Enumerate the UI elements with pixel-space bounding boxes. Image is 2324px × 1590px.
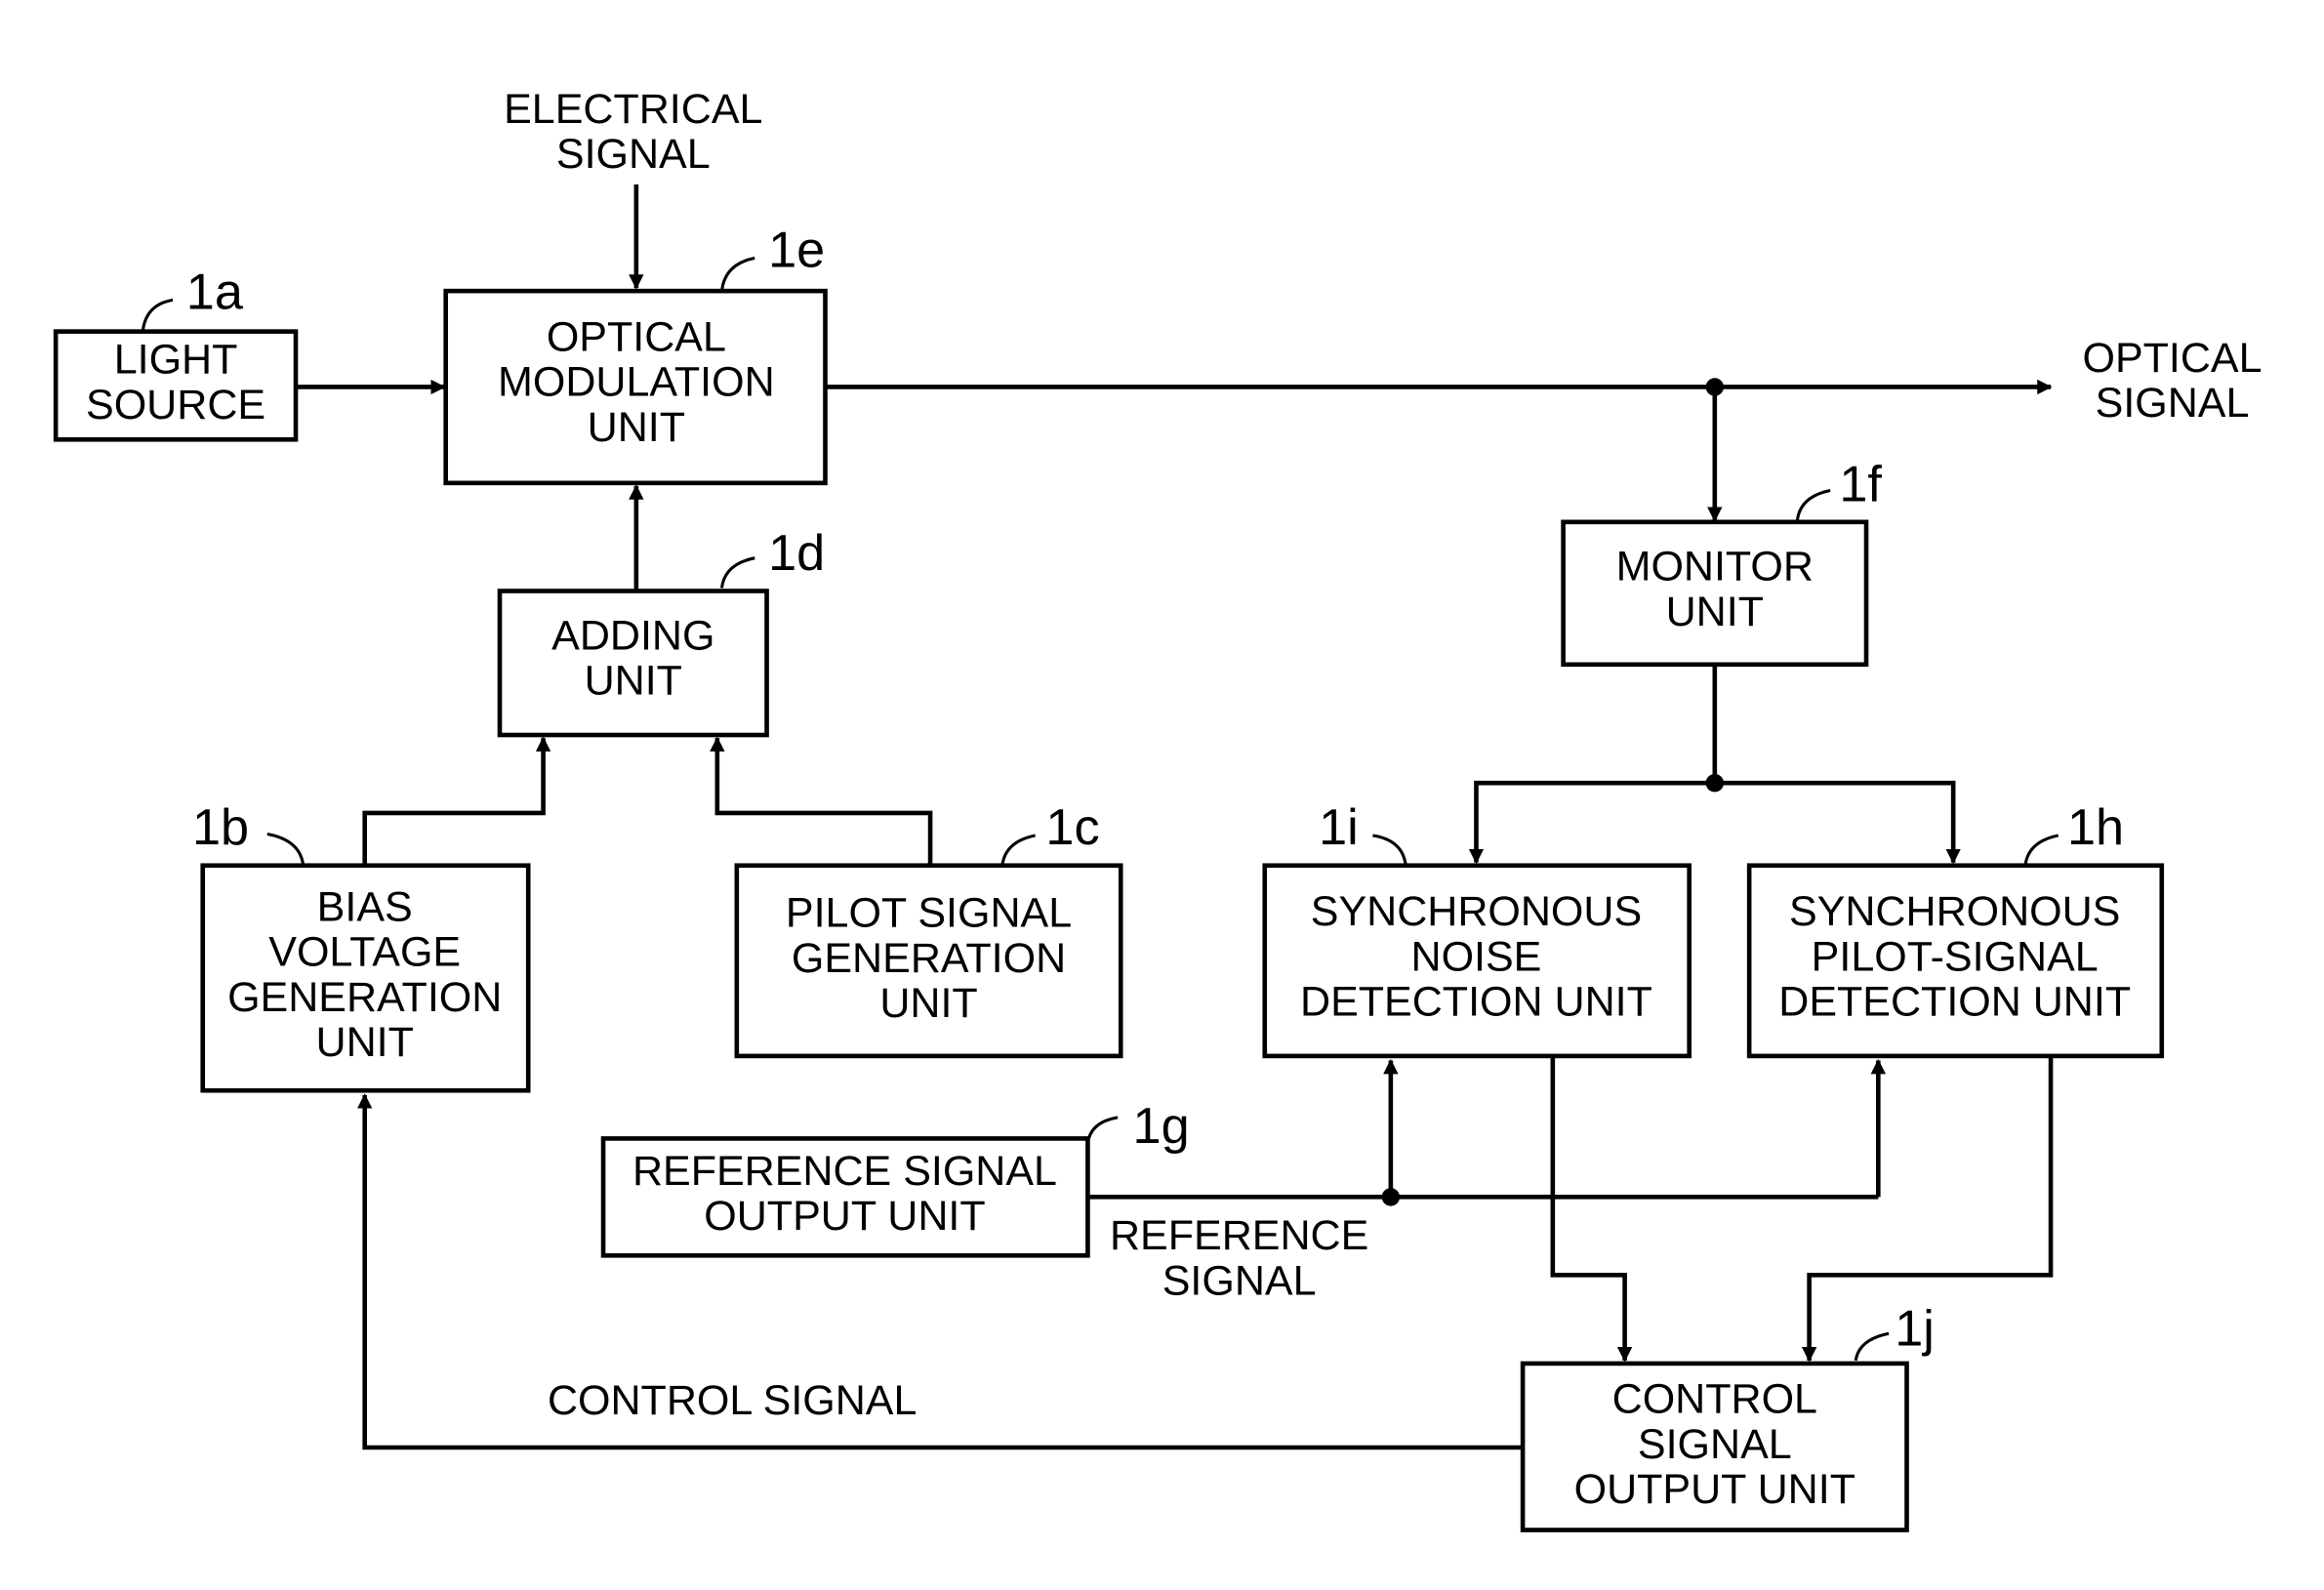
block-label: BIAS [317,884,413,931]
block-label: PILOT SIGNAL [786,890,1072,937]
monitor-to-noise-arrow [1468,780,1715,865]
monitor-to-pilot-detect-arrow [1714,780,1961,865]
optical-signal-label: SIGNAL [2096,380,2250,427]
block-label: ADDING [551,612,714,659]
block-label: UNIT [585,658,682,705]
reference-numeral: 1h [2067,799,2124,856]
block-label: CONTROL [1612,1376,1817,1423]
block-label: SYNCHRONOUS [1789,888,2120,935]
reference-signal-label: SIGNAL [1162,1257,1317,1304]
reference-numeral: 1d [768,525,825,582]
block-label: SOURCE [86,382,265,428]
block-light-source: LIGHT SOURCE 1a [53,265,299,442]
block-label: LIGHT [114,337,238,384]
noise-to-control-arrow [1550,1057,1633,1363]
block-label: MONITOR [1616,544,1814,591]
block-control-signal-output: CONTROL SIGNAL OUTPUT UNIT 1j [1520,1301,1935,1532]
block-monitor: MONITOR UNIT 1f [1561,456,1882,668]
block-label: NOISE [1411,933,1542,980]
reference-numeral: 1g [1133,1098,1190,1155]
reference-numeral: 1a [186,265,244,321]
block-label: UNIT [879,980,977,1027]
reference-signal-label: REFERENCE [1110,1212,1368,1259]
pilot-to-adding-arrow [710,736,933,866]
reference-numeral: 1i [1319,799,1359,856]
bias-to-adding-arrow [362,736,551,866]
block-label: UNIT [588,404,685,451]
block-label: UNIT [316,1019,414,1066]
reference-numeral: 1c [1045,799,1099,856]
block-label: OUTPUT UNIT [1574,1466,1855,1513]
block-label: MODULATION [498,359,775,406]
electrical-signal-label: ELECTRICAL [504,86,762,133]
block-label: DETECTION UNIT [1778,978,2131,1025]
block-label: GENERATION [792,935,1066,982]
electrical-signal-label: SIGNAL [556,131,711,178]
block-diagram: LIGHT SOURCE 1a OPTICAL MODULATION UNIT … [53,86,2263,1532]
reference-numeral: 1f [1839,456,1882,512]
block-label: DETECTION UNIT [1300,978,1652,1025]
block-label: PILOT-SIGNAL [1812,933,2099,980]
control-signal-label: CONTROL SIGNAL [548,1377,917,1424]
block-label: REFERENCE SIGNAL [632,1148,1057,1195]
block-label: OUTPUT UNIT [704,1193,985,1240]
block-adding: ADDING UNIT 1d [497,525,825,738]
reference-numeral: 1e [768,223,825,279]
block-label: OPTICAL [547,314,726,361]
block-label: GENERATION [227,974,502,1021]
block-label: UNIT [1666,589,1764,635]
block-label: VOLTAGE [268,929,461,976]
block-label: SIGNAL [1638,1421,1792,1468]
reference-numeral: 1j [1895,1301,1935,1358]
block-label: SYNCHRONOUS [1311,888,1642,935]
block-bias-voltage: BIAS VOLTAGE GENERATION UNIT 1b [192,799,531,1093]
reference-numeral: 1b [192,799,249,856]
optical-signal-label: OPTICAL [2082,335,2262,382]
